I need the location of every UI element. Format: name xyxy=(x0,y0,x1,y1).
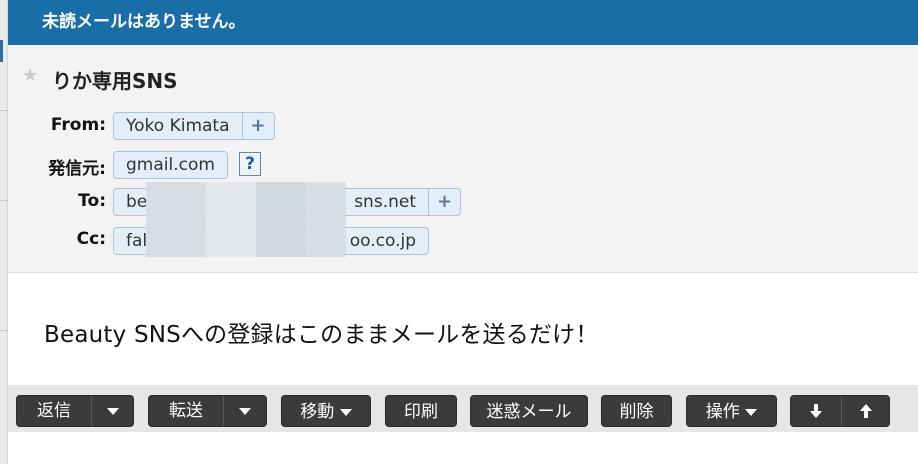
forward-options-button[interactable] xyxy=(223,396,266,426)
move-button[interactable]: 移動 xyxy=(281,395,371,427)
divider xyxy=(0,110,8,111)
actions-button[interactable]: 操作 xyxy=(686,395,777,427)
message-header: ★ りか専用SNS From: Yoko Kimata + 発信元: gmail… xyxy=(8,45,918,273)
sender-domain-label: 発信元: xyxy=(48,159,106,179)
chevron-down-icon xyxy=(745,408,758,416)
from-address[interactable]: Yoko Kimata xyxy=(114,113,242,139)
divider xyxy=(0,330,8,331)
arrow-up-icon xyxy=(859,404,872,418)
sender-domain-chip[interactable]: gmail.com xyxy=(113,151,228,179)
sender-domain-value: gmail.com xyxy=(126,155,215,175)
move-label: 移動 xyxy=(300,402,335,422)
action-toolbar: 返信 転送 移動 印刷 迷惑メール 削除 操作 xyxy=(8,385,918,432)
reply-button-group[interactable]: 返信 xyxy=(16,395,134,427)
to-address-end: sns.net xyxy=(354,192,416,212)
reply-button[interactable]: 返信 xyxy=(17,396,91,426)
to-address-start: be xyxy=(126,192,148,212)
redaction-block xyxy=(146,182,346,257)
message-body: Beauty SNSへの登録はこのままメールを送るだけ！ xyxy=(44,322,599,348)
cc-address-end: oo.co.jp xyxy=(349,231,416,251)
reply-options-button[interactable] xyxy=(91,396,133,426)
spam-button[interactable]: 迷惑メール xyxy=(470,395,588,427)
forward-button[interactable]: 転送 xyxy=(149,396,223,426)
chevron-down-icon xyxy=(106,407,119,415)
forward-button-group[interactable]: 転送 xyxy=(148,395,267,427)
previous-message-button[interactable] xyxy=(841,396,889,426)
to-label: To: xyxy=(78,191,106,211)
next-message-button[interactable] xyxy=(791,396,841,426)
from-label: From: xyxy=(50,115,106,135)
chevron-down-icon xyxy=(339,408,352,416)
arrow-down-icon xyxy=(810,404,822,418)
star-icon[interactable]: ★ xyxy=(22,65,38,86)
divider xyxy=(0,200,8,201)
left-pane-edge xyxy=(0,0,8,464)
cc-label: Cc: xyxy=(76,229,106,249)
add-contact-icon[interactable]: + xyxy=(428,189,460,215)
cc-address-start: fal xyxy=(126,231,148,251)
actions-label: 操作 xyxy=(705,402,740,422)
selection-accent xyxy=(0,40,3,62)
message-subject: りか専用SNS xyxy=(52,69,178,93)
delete-button[interactable]: 削除 xyxy=(601,395,672,427)
navigate-button-group[interactable] xyxy=(790,395,890,427)
mail-viewer: 未読メールはありません。 ★ りか専用SNS From: Yoko Kimata… xyxy=(0,0,918,464)
from-chip[interactable]: Yoko Kimata + xyxy=(113,112,275,140)
print-button[interactable]: 印刷 xyxy=(385,395,457,427)
add-contact-icon[interactable]: + xyxy=(241,113,274,139)
help-icon[interactable]: ? xyxy=(239,152,261,176)
chevron-down-icon xyxy=(239,407,251,415)
unread-banner: 未読メールはありません。 xyxy=(8,0,918,45)
